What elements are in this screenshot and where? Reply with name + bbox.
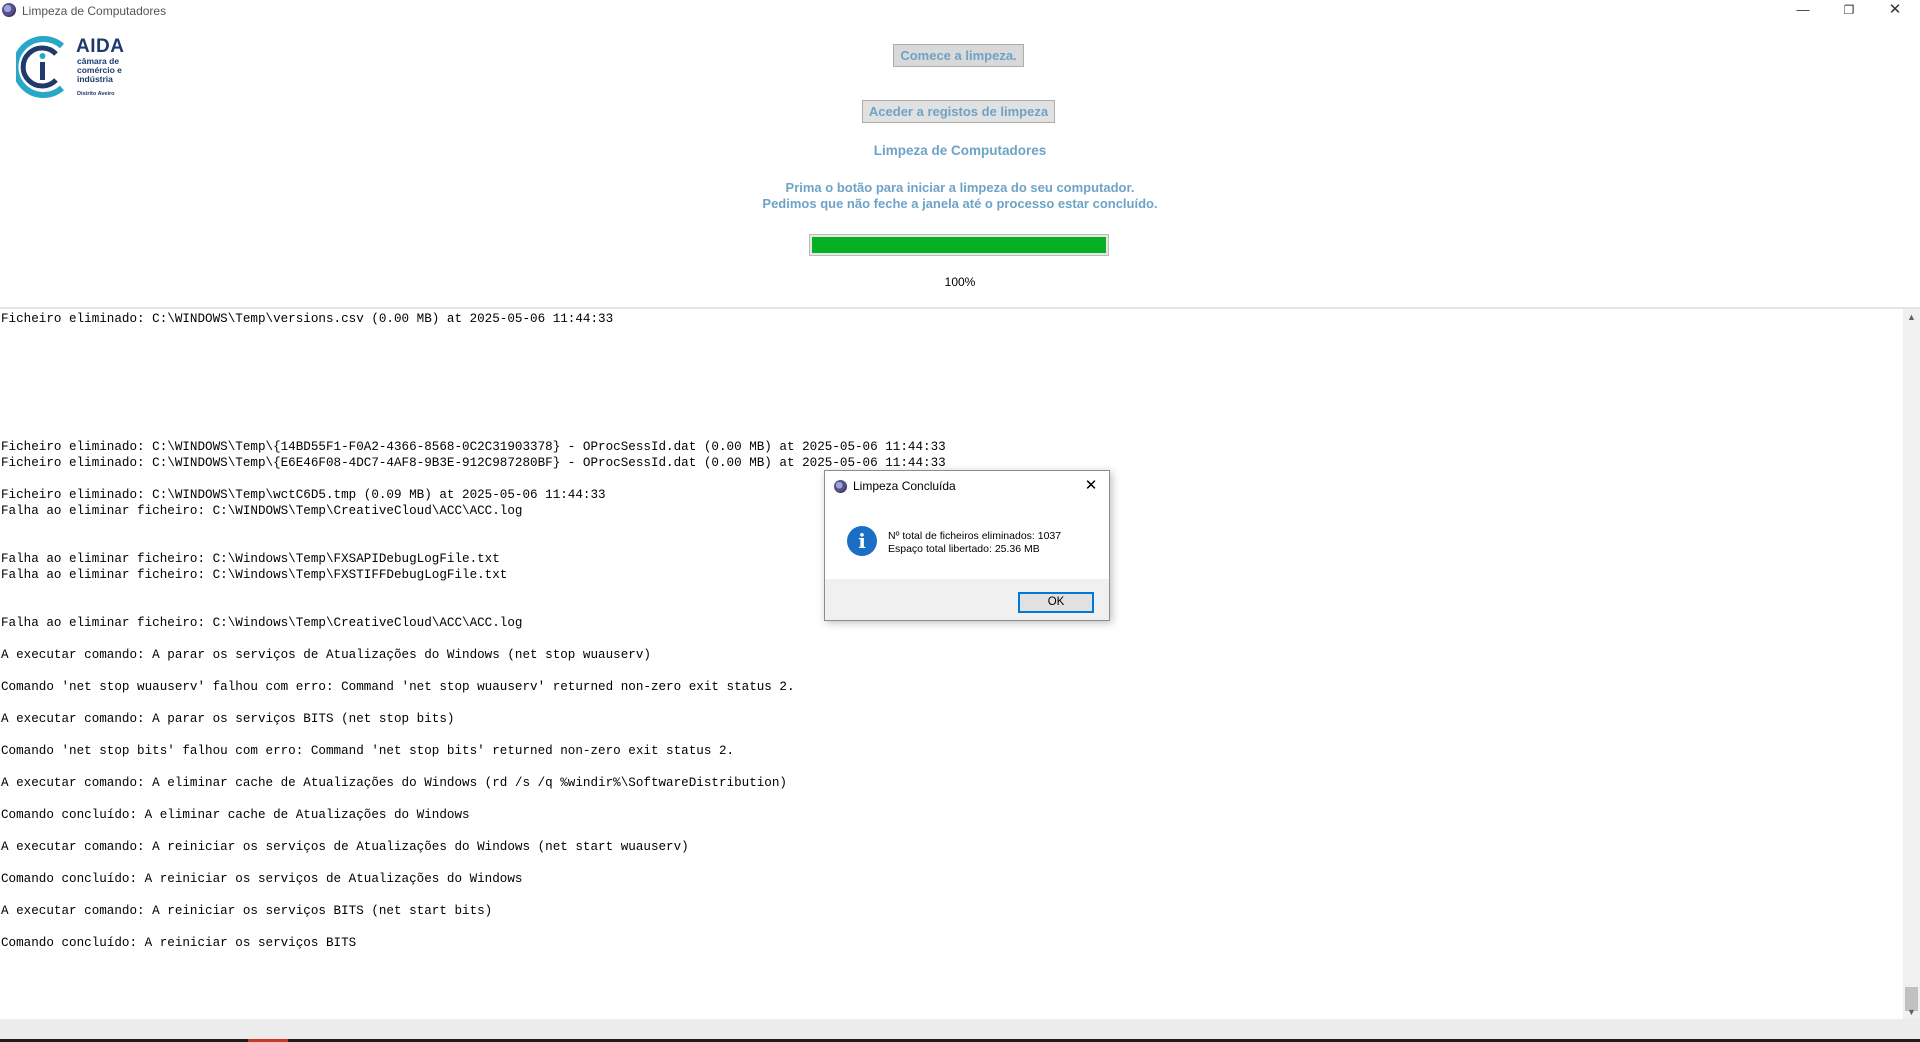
dialog-body: i Nº total de ficheiros eliminados: 1037… xyxy=(825,501,1109,579)
dialog-close-icon[interactable]: ✕ xyxy=(1079,475,1103,497)
log-line: Comando concluído: A reiniciar os serviç… xyxy=(1,936,357,950)
instructions-text: Prima o botão para iniciar a limpeza do … xyxy=(660,180,1260,212)
dialog-message-line: Nº total de ficheiros eliminados: 1037 xyxy=(888,530,1062,542)
logo-subtitle: câmara de comércio e indústria xyxy=(77,57,137,84)
log-line: Comando concluído: A eliminar cache de A… xyxy=(1,808,470,822)
log-line: A executar comando: A reiniciar os servi… xyxy=(1,840,689,854)
app-icon xyxy=(2,3,16,17)
minimize-button[interactable]: — xyxy=(1780,0,1826,22)
instruction-line: Prima o botão para iniciar a limpeza do … xyxy=(785,180,1135,195)
log-line: Ficheiro eliminado: C:\WINDOWS\Temp\{E6E… xyxy=(1,456,946,470)
log-line: A executar comando: A reiniciar os servi… xyxy=(1,904,493,918)
info-icon: i xyxy=(847,526,877,556)
scroll-up-arrow-icon[interactable]: ▲ xyxy=(1903,309,1920,326)
logo-mark-icon xyxy=(16,36,64,98)
title-bar: Limpeza de Computadores — ❐ ✕ xyxy=(0,0,1920,22)
cleanup-complete-dialog: Limpeza Concluída ✕ i Nº total de fichei… xyxy=(824,470,1110,621)
log-line: A executar comando: A eliminar cache de … xyxy=(1,776,787,790)
log-line: Comando concluído: A reiniciar os serviç… xyxy=(1,872,523,886)
dialog-message: Nº total de ficheiros eliminados: 1037 E… xyxy=(888,530,1061,556)
log-line: Ficheiro eliminado: C:\WINDOWS\Temp\vers… xyxy=(1,312,614,326)
log-line: Ficheiro eliminado: C:\WINDOWS\Temp\{14B… xyxy=(1,440,946,454)
log-line: A executar comando: A parar os serviços … xyxy=(1,712,455,726)
access-logs-button[interactable]: Aceder a registos de limpeza xyxy=(862,100,1055,123)
dialog-titlebar: Limpeza Concluída ✕ xyxy=(825,471,1109,501)
logo-name: AIDA xyxy=(76,36,125,57)
logo-district: Distrito Aveiro xyxy=(77,91,115,97)
dialog-app-icon xyxy=(834,480,847,493)
progress-bar-fill xyxy=(812,237,1106,253)
bottom-strip xyxy=(0,1019,1920,1042)
log-text: Ficheiro eliminado: C:\WINDOWS\Temp\vers… xyxy=(1,311,1901,1011)
log-line: A executar comando: A parar os serviços … xyxy=(1,648,651,662)
log-line: Comando 'net stop bits' falhou com erro:… xyxy=(1,744,735,758)
restore-button[interactable]: ❐ xyxy=(1826,0,1872,22)
dialog-title: Limpeza Concluída xyxy=(853,479,956,493)
window-title: Limpeza de Computadores xyxy=(22,4,167,18)
page-heading: Limpeza de Computadores xyxy=(873,143,1047,158)
log-line: Comando 'net stop wuauserv' falhou com e… xyxy=(1,680,795,694)
aida-logo: AIDA câmara de comércio e indústria Dist… xyxy=(16,34,136,102)
log-output-area[interactable]: Ficheiro eliminado: C:\WINDOWS\Temp\vers… xyxy=(0,307,1920,1021)
close-window-button[interactable]: ✕ xyxy=(1872,0,1918,22)
dialog-message-line: Espaço total libertado: 25.36 MB xyxy=(888,543,1040,555)
progress-label: 100% xyxy=(944,275,976,289)
vertical-scrollbar[interactable]: ▲ ▼ xyxy=(1903,309,1920,1021)
start-cleanup-button[interactable]: Comece a limpeza. xyxy=(893,44,1024,67)
progress-bar xyxy=(809,234,1109,256)
logo-subtitle-line: indústria xyxy=(77,74,113,84)
instruction-line: Pedimos que não feche a janela até o pro… xyxy=(762,196,1158,211)
ok-button[interactable]: OK xyxy=(1018,592,1094,613)
